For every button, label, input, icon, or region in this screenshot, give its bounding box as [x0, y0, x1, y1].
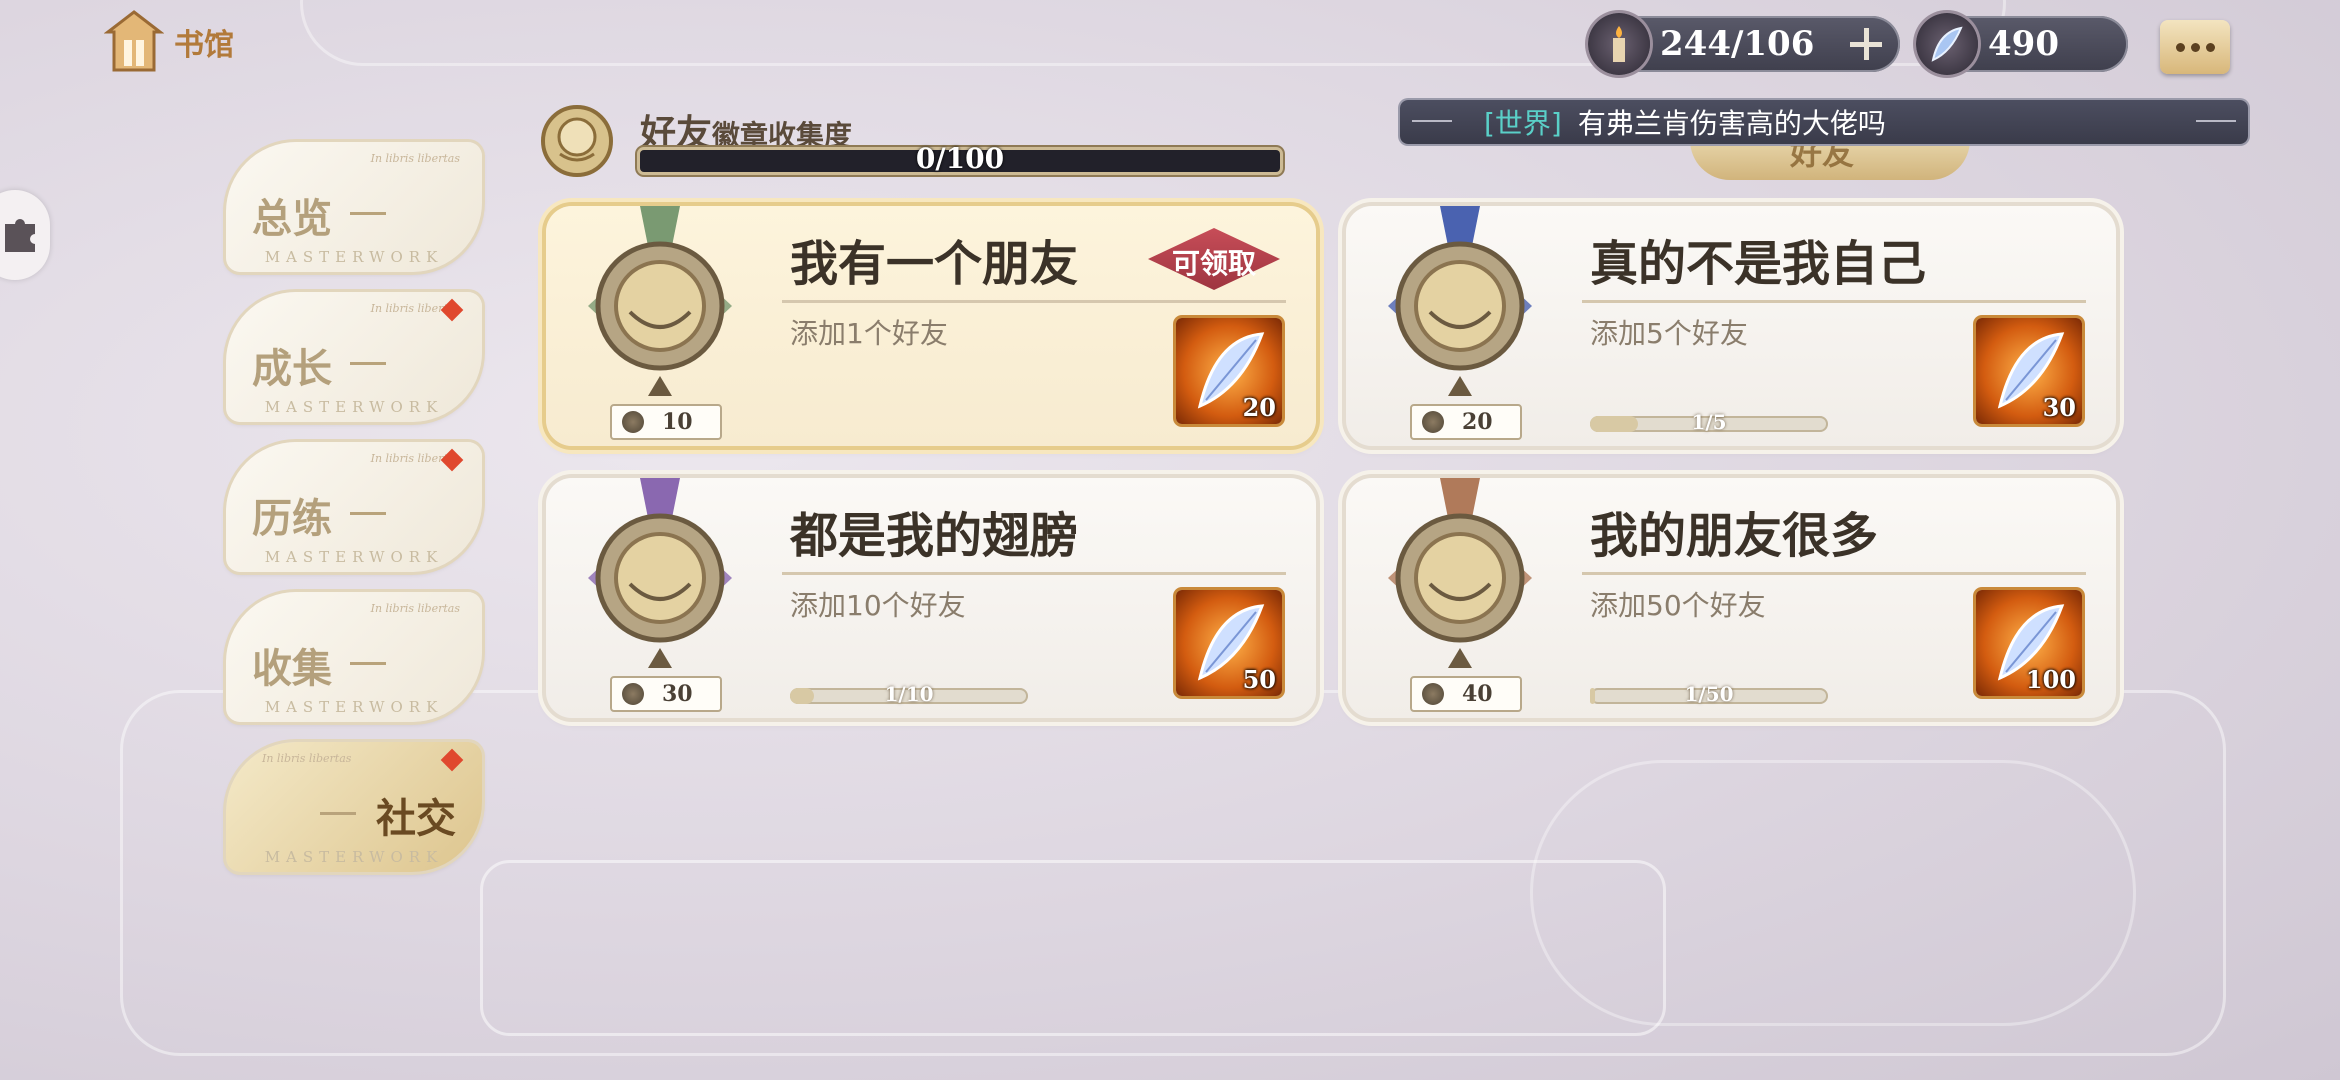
badge-points-value: 20: [1462, 409, 1493, 435]
menu-item-label: 成长: [252, 345, 332, 392]
claim-button[interactable]: 可领取: [1134, 224, 1294, 294]
menu-item-social[interactable]: In libris libertas 社交 MASTERWORK: [226, 742, 482, 872]
badge-points-icon: [1422, 411, 1444, 433]
candle-amount: 244/106: [1660, 24, 1815, 64]
badge-points: 40: [1410, 676, 1522, 712]
menu-item-subtitle: MASTERWORK: [264, 398, 444, 416]
chat-bubble-icon: [2175, 42, 2185, 52]
background-ornament: [1530, 760, 2136, 1026]
badge-points: 20: [1410, 404, 1522, 440]
badge-points: 10: [610, 404, 722, 440]
achievement-title: 我的朋友很多: [1590, 508, 1879, 564]
medal-icon: 20: [1360, 206, 1560, 446]
badge-points-icon: [622, 411, 644, 433]
add-candle-button[interactable]: [1848, 26, 1884, 62]
claim-label: 可领取: [1171, 247, 1256, 280]
achievement-progress: 1/5: [1590, 410, 1828, 434]
chat-button[interactable]: [2160, 20, 2230, 74]
menu-item-training[interactable]: In libris libertas 历练 MASTERWORK: [226, 442, 482, 572]
achievement-progress-text: 1/10: [884, 682, 934, 706]
achievement-progress-text: 1/5: [1691, 410, 1727, 434]
badge-collection-progress: 0/100: [640, 142, 1280, 175]
home-button[interactable]: 书馆: [104, 10, 234, 74]
badge-points-value: 40: [1462, 681, 1493, 707]
feather-amount: 490: [1988, 24, 2059, 64]
achievement-title: 我有一个朋友: [790, 236, 1079, 292]
reward-item[interactable]: 50: [1176, 590, 1282, 696]
menu-item-growth[interactable]: In libris libertas 成长 MASTERWORK: [226, 292, 482, 422]
reward-item[interactable]: 100: [1976, 590, 2082, 696]
achievement-progress-text: 1/50: [1684, 682, 1734, 706]
achievement-card[interactable]: 10 我有一个朋友添加1个好友 可领取 20: [546, 206, 1316, 446]
arrow-icon: [350, 212, 386, 215]
achievement-description: 添加5个好友: [1590, 317, 1748, 350]
arrow-icon: [350, 362, 386, 365]
achievement-card[interactable]: 40 我的朋友很多添加50个好友 1/50 100: [1346, 478, 2116, 718]
world-chat-bar[interactable]: [世界] 有弗兰肯伤害高的大佬吗: [1400, 100, 2248, 144]
menu-item-label: 历练: [252, 495, 332, 542]
badge-points-value: 10: [662, 409, 693, 435]
candle-icon: [1588, 13, 1650, 75]
menu-item-subtitle: MASTERWORK: [264, 848, 444, 866]
achievement-card[interactable]: 20 真的不是我自己添加5个好友 1/5 30: [1346, 206, 2116, 446]
friend-badge-icon: [541, 105, 613, 177]
arrow-icon: [320, 812, 356, 815]
feather-resource-bar: 490: [1916, 13, 2128, 75]
world-chat-message: 有弗兰肯伤害高的大佬吗: [1577, 107, 1886, 140]
reward-item[interactable]: 20: [1176, 318, 1282, 424]
menu-item-label: 收集: [252, 645, 332, 692]
menu-item-collection[interactable]: In libris libertas 收集 MASTERWORK: [226, 592, 482, 722]
menu-item-subtitle: MASTERWORK: [264, 248, 444, 266]
menu-motto: In libris libertas: [262, 752, 352, 765]
title-divider: [782, 572, 1286, 575]
badge-points: 30: [610, 676, 722, 712]
arrow-icon: [350, 512, 386, 515]
menu-item-overview[interactable]: In libris libertas 总览 MASTERWORK: [226, 142, 482, 272]
world-channel-label: [世界]: [1484, 107, 1562, 140]
badge-points-value: 30: [662, 681, 693, 707]
reward-quantity: 30: [2042, 393, 2076, 422]
title-divider: [782, 300, 1286, 303]
side-drawer-tab[interactable]: [0, 190, 50, 280]
achievement-progress: 1/10: [790, 682, 1028, 706]
notification-dot: [440, 748, 464, 772]
title-divider: [1582, 300, 2086, 303]
arrow-icon: [350, 662, 386, 665]
reward-item[interactable]: 30: [1976, 318, 2082, 424]
title-divider: [1582, 572, 2086, 575]
badge-collection-progress-text: 0/100: [915, 142, 1005, 175]
menu-item-subtitle: MASTERWORK: [264, 698, 444, 716]
background-ornament: [480, 860, 1666, 1036]
achievement-description: 添加1个好友: [790, 317, 948, 350]
medal-icon: 10: [560, 206, 760, 446]
library-home-icon: [104, 10, 164, 72]
reward-quantity: 20: [1242, 393, 1276, 422]
achievement-progress: 1/50: [1590, 682, 1828, 706]
home-label: 书馆: [174, 28, 234, 63]
badge-points-icon: [1422, 683, 1444, 705]
menu-motto: In libris libertas: [370, 602, 460, 615]
achievement-card[interactable]: 30 都是我的翅膀添加10个好友 1/10 50: [546, 478, 1316, 718]
medal-icon: 40: [1360, 478, 1560, 718]
feather-crystal-icon: [1916, 13, 1978, 75]
puzzle-icon: [5, 219, 35, 252]
achievement-description: 添加10个好友: [790, 589, 966, 622]
menu-item-label: 社交: [376, 795, 456, 842]
menu-motto: In libris libertas: [370, 152, 460, 165]
menu-item-subtitle: MASTERWORK: [264, 548, 444, 566]
menu-item-label: 总览: [252, 195, 332, 242]
achievement-title: 真的不是我自己: [1590, 236, 1927, 292]
candle-resource-bar: 244/106: [1588, 13, 1900, 75]
reward-quantity: 100: [2025, 665, 2076, 694]
achievement-description: 添加50个好友: [1590, 589, 1766, 622]
reward-quantity: 50: [1242, 665, 1276, 694]
achievement-title: 都是我的翅膀: [790, 508, 1079, 564]
medal-icon: 30: [560, 478, 760, 718]
badge-points-icon: [622, 683, 644, 705]
